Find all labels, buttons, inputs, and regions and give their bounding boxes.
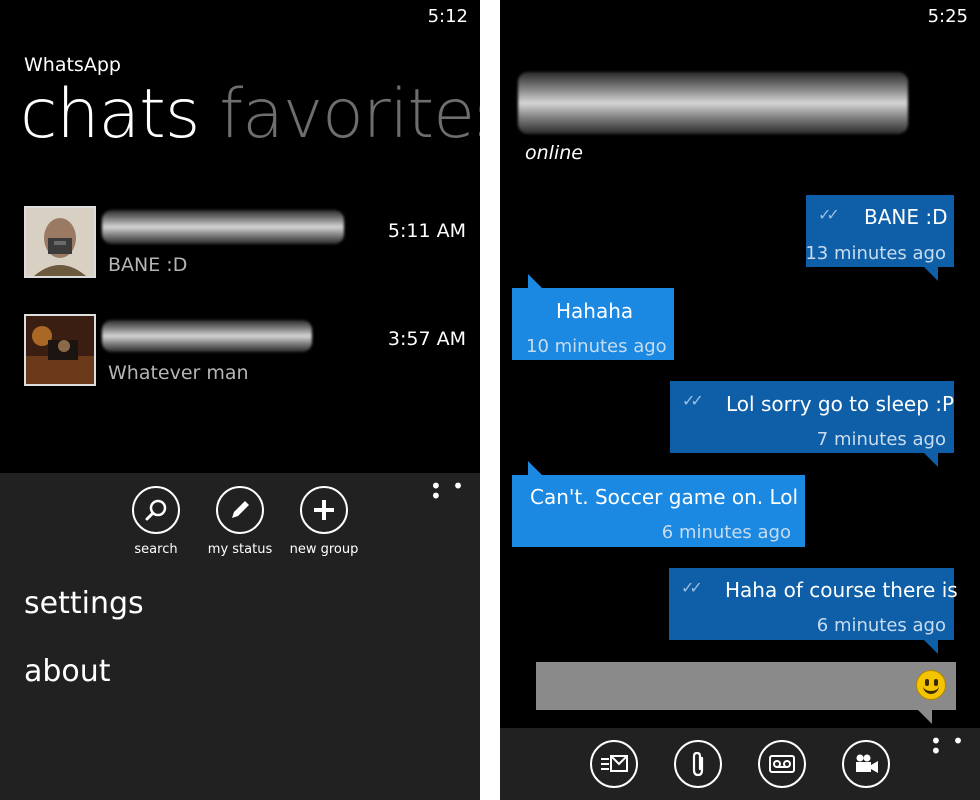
new-group-button-label: new group (289, 542, 359, 557)
bubble-tail (924, 267, 938, 281)
video-camera-icon (856, 754, 878, 773)
app-title: WhatsApp (24, 54, 121, 76)
more-options-icon[interactable]: • • • (930, 731, 980, 761)
attach-button[interactable] (674, 740, 722, 788)
message-text: BANE :D (864, 205, 948, 229)
search-button-label: search (134, 542, 178, 557)
redacted-contact-name (518, 72, 908, 134)
avatar (24, 314, 96, 386)
message-text: Lol sorry go to sleep :P (726, 392, 955, 416)
status-clock: 5:25 (927, 6, 968, 27)
send-button[interactable] (590, 740, 638, 788)
app-bar: • • • search my status new group setting… (0, 473, 480, 800)
menu-item-settings[interactable]: settings (24, 586, 144, 621)
voice-note-button[interactable] (758, 740, 806, 788)
emoji-smiley-icon[interactable] (916, 670, 946, 700)
plus-icon (314, 500, 334, 520)
chats-screen: 5:12 WhatsApp chats favorites 5:11 AM BAN… (0, 0, 480, 800)
message-text: Can't. Soccer game on. Lol (530, 485, 799, 509)
message-bubble-incoming[interactable]: Can't. Soccer game on. Lol 6 minutes ago (512, 461, 805, 547)
message-time: 6 minutes ago (661, 522, 791, 543)
message-bubble-incoming[interactable]: Hahaha 10 minutes ago (512, 274, 674, 360)
message-time: 6 minutes ago (816, 615, 946, 636)
chat-list-item[interactable]: 5:11 AM BANE :D (24, 206, 470, 280)
chat-time: 5:11 AM (387, 220, 466, 242)
bubble-tail (924, 453, 938, 467)
bubble-tail (528, 274, 542, 288)
contact-status: online (525, 142, 583, 164)
bubble-tail (528, 461, 542, 475)
redacted-contact-name (102, 210, 344, 244)
message-time: 7 minutes ago (816, 429, 946, 450)
search-icon (145, 499, 167, 521)
pivot-tab-favorites[interactable]: favorites (219, 75, 480, 154)
status-clock: 5:12 (427, 6, 468, 27)
delivered-checkmarks-icon: ✓✓ (682, 391, 704, 410)
chat-time: 3:57 AM (387, 328, 466, 350)
chat-list-item[interactable]: 3:57 AM Whatever man (24, 314, 470, 388)
search-button[interactable] (132, 486, 180, 534)
redacted-contact-name (102, 320, 312, 352)
chat-last-message: Whatever man (108, 362, 249, 384)
app-bar: • • • (500, 728, 980, 800)
send-mail-icon (601, 755, 628, 772)
message-bubble-outgoing[interactable]: ✓✓ Lol sorry go to sleep :P 7 minutes ag… (670, 381, 955, 467)
paperclip-icon (692, 751, 704, 777)
my-status-button-label: my status (207, 542, 273, 557)
delivered-checkmarks-icon: ✓✓ (818, 205, 840, 224)
bubble-tail (918, 710, 932, 724)
pencil-icon (232, 501, 249, 518)
message-bubble-outgoing[interactable]: ✓✓ BANE :D 13 minutes ago (805, 195, 954, 281)
bubble-tail (924, 640, 938, 654)
message-input[interactable] (536, 662, 956, 724)
message-time: 13 minutes ago (805, 243, 946, 264)
avatar (24, 206, 96, 278)
message-bubble-outgoing[interactable]: ✓✓ Haha of course there is 6 minutes ago (669, 568, 958, 654)
video-button[interactable] (842, 740, 890, 788)
pivot-header: chats favorites (20, 75, 480, 154)
message-text: Haha of course there is (725, 578, 958, 602)
menu-item-about[interactable]: about (24, 654, 111, 689)
chat-last-message: BANE :D (108, 254, 188, 276)
voicemail-icon (769, 755, 795, 773)
conversation-screen: 5:25 online ✓✓ BANE :D 13 minutes ago Ha… (500, 0, 980, 800)
my-status-button[interactable] (216, 486, 264, 534)
message-text: Hahaha (556, 299, 634, 323)
message-time: 10 minutes ago (526, 336, 667, 357)
new-group-button[interactable] (300, 486, 348, 534)
delivered-checkmarks-icon: ✓✓ (681, 578, 703, 597)
pivot-tab-chats[interactable]: chats (20, 75, 200, 154)
more-options-icon[interactable]: • • • (430, 476, 480, 506)
